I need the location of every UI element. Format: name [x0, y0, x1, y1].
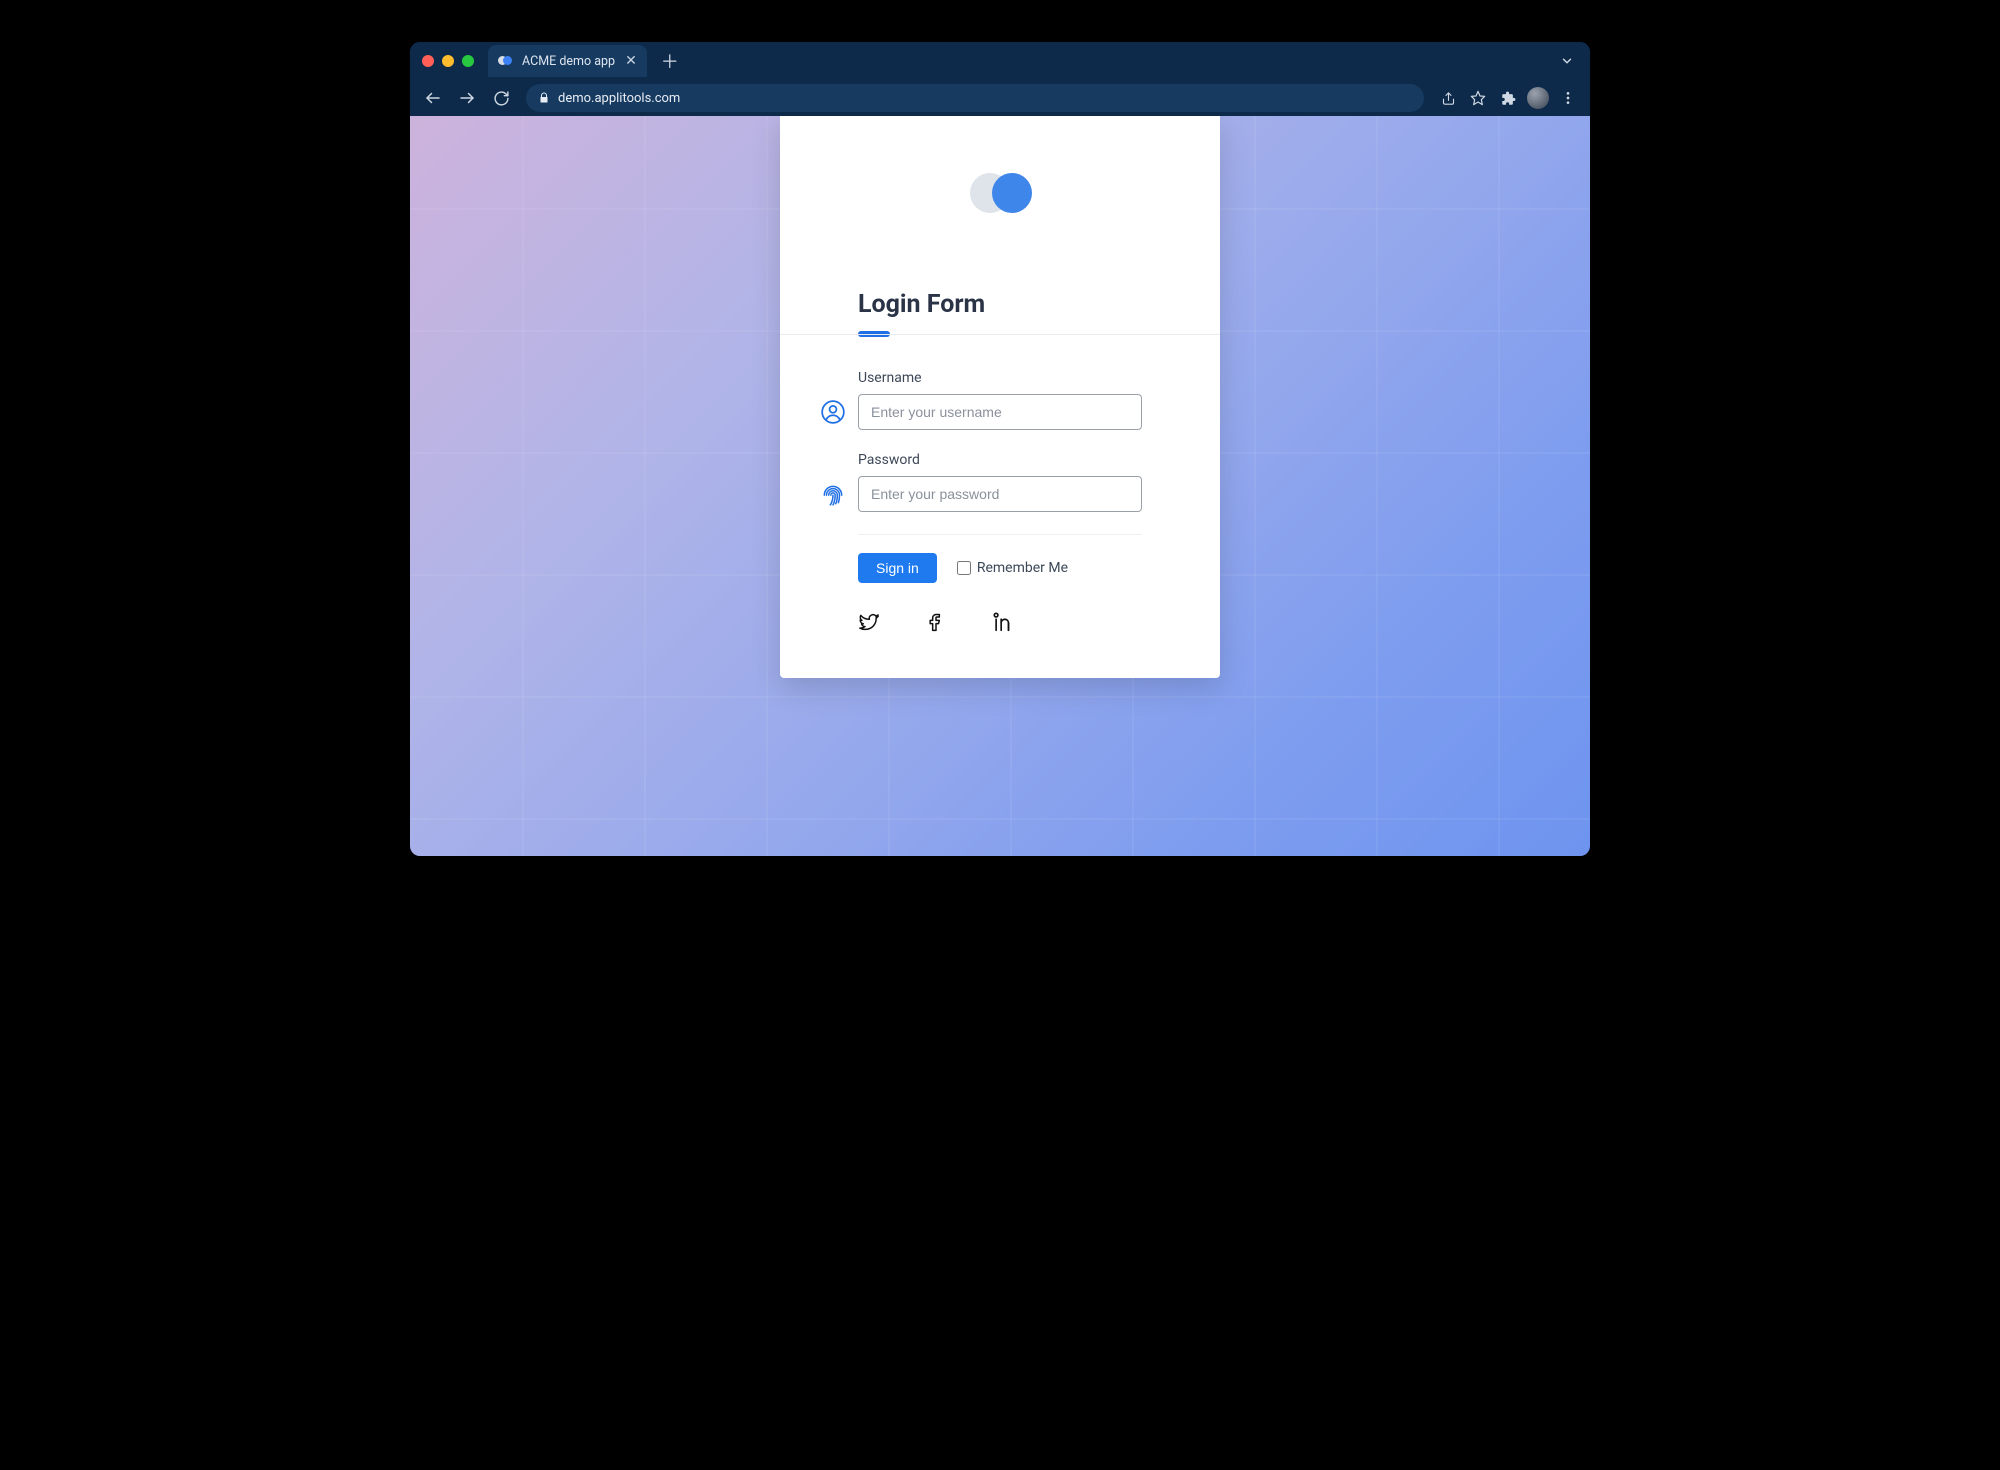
username-field: Username	[858, 370, 1142, 430]
extensions-button[interactable]	[1494, 84, 1522, 112]
fingerprint-icon	[820, 481, 846, 507]
username-input[interactable]	[858, 394, 1142, 430]
tabs-overflow-button[interactable]	[1552, 46, 1582, 76]
url-text: demo.applitools.com	[558, 91, 680, 106]
divider	[858, 534, 1142, 535]
forward-button[interactable]	[452, 83, 482, 113]
tab-strip: ACME demo app ✕ ＋	[410, 42, 1590, 80]
tab-close-button[interactable]: ✕	[625, 54, 637, 68]
reload-button[interactable]	[486, 83, 516, 113]
window-close-button[interactable]	[422, 55, 434, 67]
tab-title: ACME demo app	[522, 54, 615, 69]
logo-row	[780, 116, 1220, 235]
app-logo-icon	[970, 171, 1030, 215]
window-controls	[422, 55, 474, 67]
remember-label: Remember Me	[977, 560, 1068, 576]
twitter-icon[interactable]	[858, 611, 880, 633]
tab-favicon-icon	[498, 54, 512, 68]
profile-button[interactable]	[1524, 84, 1552, 112]
password-input[interactable]	[858, 476, 1142, 512]
user-icon	[820, 399, 846, 425]
window-minimize-button[interactable]	[442, 55, 454, 67]
social-row	[858, 611, 1142, 633]
remember-me[interactable]: Remember Me	[957, 560, 1068, 576]
action-row: Sign in Remember Me	[858, 553, 1142, 583]
signin-button[interactable]: Sign in	[858, 553, 937, 583]
remember-checkbox[interactable]	[957, 561, 971, 575]
form-title: Login Form	[858, 290, 1220, 319]
toolbar-actions	[1434, 84, 1582, 112]
page-viewport: Login Form Username Password	[410, 116, 1590, 856]
share-button[interactable]	[1434, 84, 1462, 112]
window-maximize-button[interactable]	[462, 55, 474, 67]
username-label: Username	[858, 370, 1142, 386]
facebook-icon[interactable]	[925, 611, 947, 633]
back-button[interactable]	[418, 83, 448, 113]
menu-button[interactable]	[1554, 84, 1582, 112]
login-form: Username Password	[780, 335, 1220, 633]
bookmark-button[interactable]	[1464, 84, 1492, 112]
lock-icon	[538, 92, 550, 104]
login-card: Login Form Username Password	[780, 116, 1220, 678]
password-field: Password	[858, 452, 1142, 512]
toolbar: demo.applitools.com	[410, 80, 1590, 116]
password-label: Password	[858, 452, 1142, 468]
address-bar[interactable]: demo.applitools.com	[526, 84, 1424, 112]
browser-window: ACME demo app ✕ ＋ demo.applitools.com	[410, 42, 1590, 856]
avatar-icon	[1527, 87, 1549, 109]
linkedin-icon[interactable]	[992, 611, 1014, 633]
new-tab-button[interactable]: ＋	[657, 48, 683, 74]
browser-tab[interactable]: ACME demo app ✕	[488, 45, 647, 77]
